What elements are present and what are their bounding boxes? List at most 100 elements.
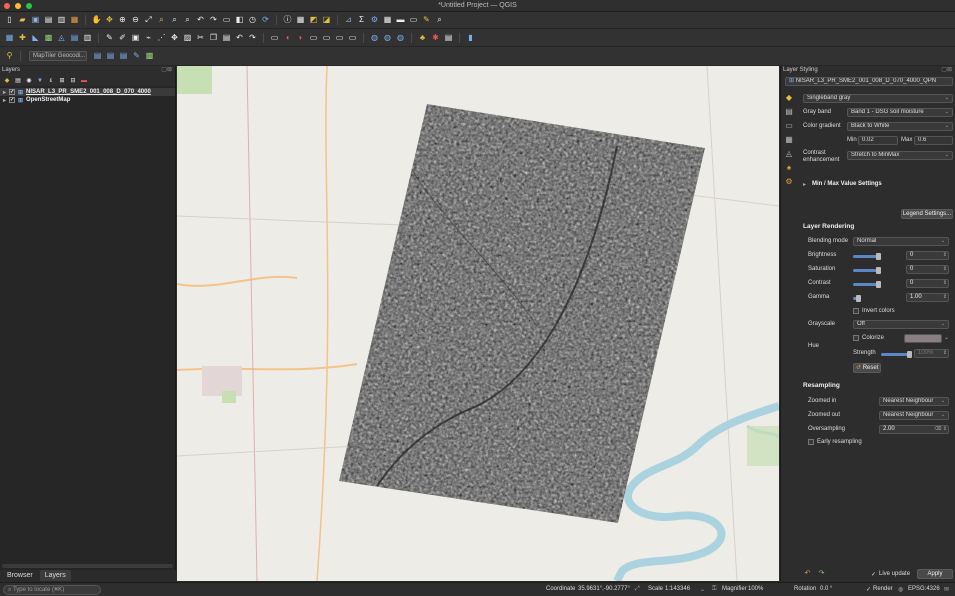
kml-import-icon[interactable]: ▤ [105, 51, 116, 62]
wms-icon[interactable]: ◍ [395, 32, 406, 43]
layer-item-openstreetmap[interactable]: ▸ ✓ ⊞ OpenStreetMap [0, 96, 175, 104]
new-layer-icon[interactable]: ✚ [17, 32, 28, 43]
apply-button[interactable]: Apply [917, 569, 953, 579]
add-raster-icon[interactable]: ▩ [43, 32, 54, 43]
horizontal-scrollbar[interactable] [2, 564, 173, 568]
toolbox-icon[interactable]: ▦ [382, 15, 393, 26]
zoom-to-selection-icon[interactable]: ⌕ [156, 15, 167, 26]
open-project-icon[interactable]: ▰ [17, 15, 28, 26]
max-input[interactable]: 0.6 [914, 136, 953, 145]
manage-visibility-icon[interactable]: ◉ [25, 77, 33, 85]
search-tool-icon[interactable]: ⌕ [434, 15, 445, 26]
pyramids-icon[interactable]: ◬ [784, 149, 794, 159]
label-change-icon[interactable]: ▭ [347, 32, 358, 43]
grayscale-select[interactable]: Off ⌄ [853, 320, 949, 329]
crs-value[interactable]: EPSG:4326 [908, 586, 940, 592]
text-annotation-icon[interactable]: ▭ [408, 15, 419, 26]
histogram-icon[interactable]: ▭ [784, 121, 794, 131]
plugin-icon[interactable]: ▤ [443, 32, 454, 43]
new-map-view-icon[interactable]: ▭ [221, 15, 232, 26]
color-gradient-select[interactable]: Black to White ⌄ [847, 122, 953, 131]
shape-tools-icon[interactable]: ✎ [131, 51, 142, 62]
zoom-last-icon[interactable]: ↶ [195, 15, 206, 26]
globe-icon[interactable]: ◍ [369, 32, 380, 43]
contrast-enhancement-select[interactable]: Stretch to MinMax ⌄ [847, 151, 953, 160]
scale-value[interactable]: 1:143346 [665, 586, 690, 592]
python-console-icon[interactable]: ♣ [417, 32, 428, 43]
statistics-icon[interactable]: Σ [356, 15, 367, 26]
symbology-icon[interactable]: ◆ [784, 93, 794, 103]
crs-globe-icon[interactable]: ◍ [898, 586, 903, 593]
layer-select-combo[interactable]: ⊞ NISAR_L3_PR_SME2_001_008_D_070_4000_QP… [785, 77, 953, 86]
geocoder-input[interactable]: MapTiler Geocodi... [29, 51, 87, 61]
add-group-icon[interactable]: ▤ [14, 77, 22, 85]
strength-slider[interactable] [881, 351, 912, 358]
map-canvas[interactable] [177, 66, 779, 581]
strength-spinbox[interactable]: 100% ⇕ [914, 349, 949, 358]
print-layout-icon[interactable]: ▥ [56, 15, 67, 26]
label-rotate-icon[interactable]: ▭ [334, 32, 345, 43]
new-3d-map-icon[interactable]: ◧ [234, 15, 245, 26]
min-input[interactable]: 0.02 [858, 136, 898, 145]
filter-legend-icon[interactable]: ▼ [36, 77, 44, 85]
remove-layer-icon[interactable]: ▬ [80, 77, 88, 85]
gamma-slider[interactable] [853, 295, 861, 302]
lock-scale-icon[interactable]: ⚿ [712, 586, 717, 593]
label-show-icon[interactable]: ▭ [308, 32, 319, 43]
expand-arrow-icon[interactable]: ▸ [3, 89, 6, 96]
live-update-checkbox[interactable]: ✓ [871, 571, 876, 578]
colorize-color-button[interactable] [904, 334, 942, 343]
data-source-manager-icon[interactable]: ▦ [4, 32, 15, 43]
blending-mode-select[interactable]: Normal ⌄ [853, 237, 949, 246]
identify-features-icon[interactable]: ⓘ [282, 15, 293, 26]
filter-expression-icon[interactable]: ε [47, 77, 55, 85]
deselect-icon[interactable]: ◪ [321, 15, 332, 26]
add-feature-icon[interactable]: ⌁ [143, 32, 154, 43]
zoom-to-layer-icon[interactable]: ⌕ [169, 15, 180, 26]
help-icon[interactable]: ▮ [465, 32, 476, 43]
settings-gear-icon[interactable]: ⚙ [369, 15, 380, 26]
copy-icon[interactable]: ❐ [208, 32, 219, 43]
add-mesh-icon[interactable]: ◬ [56, 32, 67, 43]
gamma-spinbox[interactable]: 1.00 ⇕ [906, 293, 949, 302]
undo-style-icon[interactable]: ↶ [803, 569, 812, 578]
layer-visibility-checkbox[interactable]: ✓ [9, 97, 16, 103]
zoomed-out-select[interactable]: Nearest Neighbour ⌄ [879, 411, 949, 420]
coordinate-value[interactable]: 35.9631°,-90.2777° [578, 586, 630, 592]
labels-icon[interactable]: ♠ [784, 163, 794, 173]
undo-icon[interactable]: ↶ [234, 32, 245, 43]
contrast-spinbox[interactable]: 0 ⇕ [906, 279, 949, 288]
open-attribute-table-icon[interactable]: ▦ [295, 15, 306, 26]
legend-settings-button[interactable]: Legend Settings... [901, 209, 953, 219]
add-virtual-layer-icon[interactable]: ▥ [82, 32, 93, 43]
collapse-arrow-icon[interactable]: ▸ [803, 181, 806, 188]
zoomed-in-select[interactable]: Nearest Neighbour ⌄ [879, 397, 949, 406]
delete-selected-icon[interactable]: ▨ [182, 32, 193, 43]
render-checkbox[interactable]: ✓ [866, 586, 871, 593]
magnifier-value[interactable]: 100% [748, 586, 763, 592]
renderer-select[interactable]: Singleband gray ⌄ [803, 94, 953, 103]
saturation-spinbox[interactable]: 0 ⇕ [906, 265, 949, 274]
rotation-value[interactable]: 0.0 ° [820, 586, 832, 592]
dock-close-icon[interactable]: ▢⊠ [941, 66, 952, 75]
oversampling-spinbox[interactable]: 2.00 ⌫ ⇕ [879, 425, 949, 434]
colorize-checkbox[interactable] [853, 335, 859, 341]
early-resampling-checkbox[interactable] [808, 439, 814, 445]
rendering-icon[interactable]: ▦ [784, 135, 794, 145]
history-icon[interactable]: ⚙ [784, 177, 794, 187]
add-vector-icon[interactable]: ◣ [30, 32, 41, 43]
open-layer-styling-icon[interactable]: ◆ [3, 77, 11, 85]
zoom-in-icon[interactable]: ⊕ [117, 15, 128, 26]
saturation-slider[interactable] [853, 267, 881, 274]
tab-layers[interactable]: Layers [39, 570, 71, 581]
zoom-native-icon[interactable]: ⌕ [182, 15, 193, 26]
save-as-icon[interactable]: ▤ [43, 15, 54, 26]
label-pin-icon[interactable]: ◗ [295, 32, 306, 43]
map-export-icon[interactable]: ▩ [144, 51, 155, 62]
select-features-icon[interactable]: ◩ [308, 15, 319, 26]
coordinate-toggle-icon[interactable]: ⤢ [635, 586, 640, 593]
contrast-slider[interactable] [853, 281, 881, 288]
plugin-bug-icon[interactable]: ✱ [430, 32, 441, 43]
messages-icon[interactable]: ✉ [944, 586, 949, 593]
label-highlight-icon[interactable]: ◖ [282, 32, 293, 43]
